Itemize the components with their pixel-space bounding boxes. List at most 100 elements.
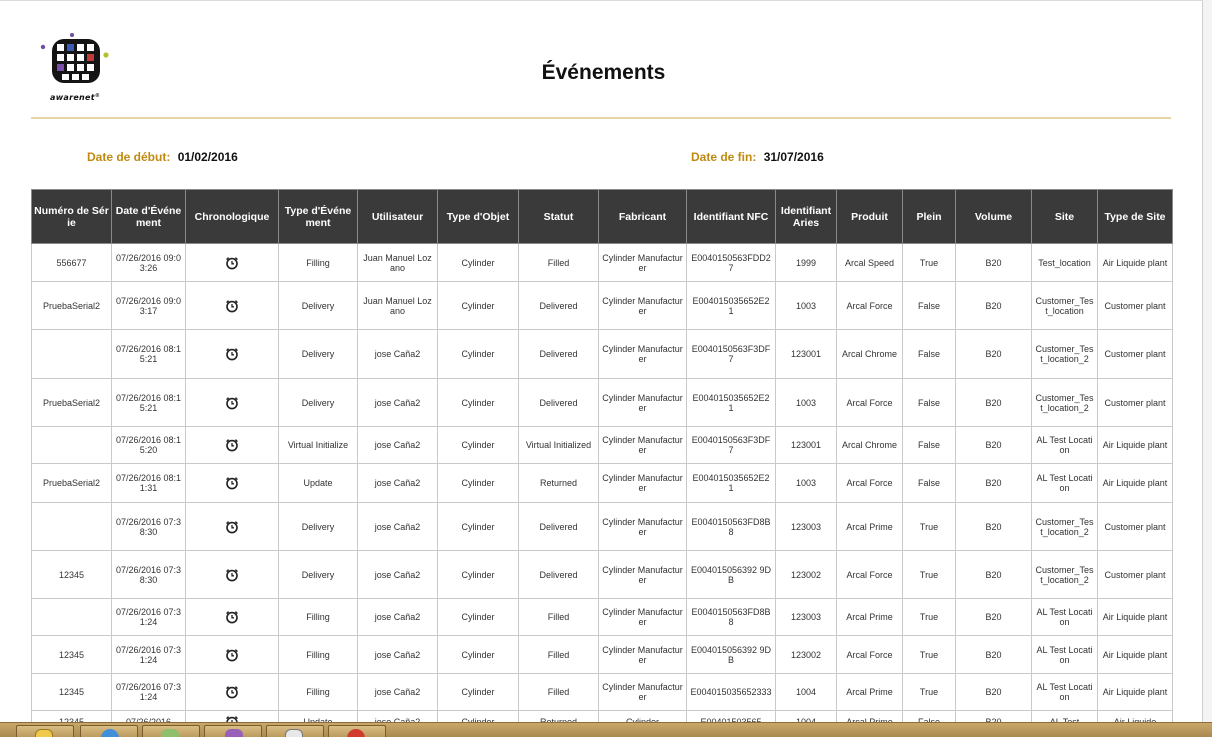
serial-cell: PruebaSerial2 — [31, 378, 112, 427]
column-header[interactable]: Identifiant Aries — [775, 189, 837, 244]
chronology-cell[interactable] — [185, 635, 279, 674]
taskbar-button-app[interactable] — [142, 725, 200, 737]
manufacturer-cell: Cylinder Manufacturer — [598, 243, 687, 282]
manufacturer-cell: Cylinder Manufacturer — [598, 378, 687, 427]
serial-cell: 12345 — [31, 635, 112, 674]
site-type-cell: Customer plant — [1097, 329, 1173, 379]
window-icon — [285, 729, 303, 737]
chronology-cell[interactable] — [185, 502, 279, 551]
column-header[interactable]: Numéro de Série — [31, 189, 112, 244]
event-type-cell: Delivery — [278, 281, 358, 330]
object-type-cell: Cylinder — [437, 378, 519, 427]
aries-id-cell: 123001 — [775, 329, 837, 379]
status-cell: Delivered — [518, 550, 599, 599]
column-header[interactable]: Fabricant — [598, 189, 687, 244]
event-type-cell: Update — [278, 710, 358, 722]
event-type-cell: Filling — [278, 635, 358, 674]
aries-id-cell: 123002 — [775, 635, 837, 674]
table-row[interactable]: 556677 07/26/2016 09:03:26 Filling Juan Man… — [31, 243, 1173, 282]
nfc-id-cell: E004015035652E21 — [686, 281, 776, 330]
event-type-cell: Filling — [278, 243, 358, 282]
event-date-cell: 07/26/2016 07:38:30 — [111, 502, 186, 551]
scrollbar-track[interactable] — [1203, 0, 1212, 722]
taskbar — [0, 722, 1212, 737]
table-row[interactable]: PruebaSerial2 07/26/2016 09:03:17 Delivery… — [31, 281, 1173, 330]
product-cell: Arcal Force — [836, 281, 903, 330]
volume-cell: B20 — [955, 463, 1032, 503]
taskbar-button-folder[interactable] — [16, 725, 74, 737]
volume-cell: B20 — [955, 635, 1032, 674]
end-date-label: Date de fin: — [691, 150, 757, 164]
table-row[interactable]: 12345 07/26/2016 07:31:24 Filling jose Caña… — [31, 673, 1173, 711]
chronology-cell[interactable] — [185, 329, 279, 379]
table-row[interactable]: 07/26/2016 07:31:24 Filling jose Caña2 Cyli… — [31, 598, 1173, 636]
taskbar-button-record[interactable] — [328, 725, 386, 737]
object-type-cell: Cylinder — [437, 502, 519, 551]
column-header[interactable]: Identifiant NFC — [686, 189, 776, 244]
site-type-cell: Air Liquide plant — [1097, 673, 1173, 711]
event-type-cell: Update — [278, 463, 358, 503]
product-cell: Arcal Force — [836, 635, 903, 674]
chronology-cell[interactable] — [185, 710, 279, 722]
nfc-id-cell: E0040150563FD8B8 — [686, 598, 776, 636]
event-date-cell: 07/26/2016 07:31:24 — [111, 635, 186, 674]
site-cell: Customer_Test_location_2 — [1031, 502, 1098, 551]
site-cell: Customer_Test_location_2 — [1031, 378, 1098, 427]
chronology-cell[interactable] — [185, 598, 279, 636]
chronology-cell[interactable] — [185, 243, 279, 282]
product-cell: Arcal Prime — [836, 673, 903, 711]
table-row[interactable]: 12345 07/26/2016 Update jose Caña2 Cylinder R… — [31, 710, 1173, 722]
user-cell: jose Caña2 — [357, 710, 438, 722]
aries-id-cell: 123001 — [775, 426, 837, 464]
table-row[interactable]: 07/26/2016 08:15:21 Delivery jose Caña2 Cyl… — [31, 329, 1173, 379]
table-row[interactable]: 12345 07/26/2016 07:38:30 Delivery jose Cañ… — [31, 550, 1173, 599]
serial-cell: 12345 — [31, 673, 112, 711]
object-type-cell: Cylinder — [437, 426, 519, 464]
table-row[interactable]: PruebaSerial2 07/26/2016 08:15:21 Delivery… — [31, 378, 1173, 427]
alarm-clock-icon — [226, 348, 238, 361]
chronology-cell[interactable] — [185, 550, 279, 599]
column-header[interactable]: Site — [1031, 189, 1098, 244]
column-header[interactable]: Statut — [518, 189, 599, 244]
product-cell: Arcal Force — [836, 550, 903, 599]
column-header[interactable]: Date d'Événement — [111, 189, 186, 244]
manufacturer-cell: Cylinder Manufacturer — [598, 329, 687, 379]
serial-cell: 12345 — [31, 550, 112, 599]
user-cell: Juan Manuel Lozano — [357, 281, 438, 330]
chronology-cell[interactable] — [185, 426, 279, 464]
serial-cell: 556677 — [31, 243, 112, 282]
column-header[interactable]: Chronologique — [185, 189, 279, 244]
column-header[interactable]: Type de Site — [1097, 189, 1173, 244]
volume-cell: B20 — [955, 281, 1032, 330]
chronology-cell[interactable] — [185, 378, 279, 427]
table-row[interactable]: 07/26/2016 07:38:30 Delivery jose Caña2 Cyl… — [31, 502, 1173, 551]
volume-cell: B20 — [955, 243, 1032, 282]
taskbar-button-window[interactable] — [266, 725, 324, 737]
table-row[interactable]: 07/26/2016 08:15:20 Virtual Initialize jos… — [31, 426, 1173, 464]
column-header[interactable]: Utilisateur — [357, 189, 438, 244]
column-header[interactable]: Type d'Événement — [278, 189, 358, 244]
column-header[interactable]: Type d'Objet — [437, 189, 519, 244]
chronology-cell[interactable] — [185, 673, 279, 711]
chronology-cell[interactable] — [185, 463, 279, 503]
site-cell: AL Test Location — [1031, 463, 1098, 503]
chronology-cell[interactable] — [185, 281, 279, 330]
status-cell: Delivered — [518, 378, 599, 427]
column-header[interactable]: Produit — [836, 189, 903, 244]
app-icon — [161, 729, 179, 737]
taskbar-button-browser[interactable] — [80, 725, 138, 737]
site-type-cell: Air Liquide plant — [1097, 426, 1173, 464]
column-header[interactable]: Volume — [955, 189, 1032, 244]
serial-cell — [31, 502, 112, 551]
manufacturer-cell: Cylinder Manufacturer — [598, 598, 687, 636]
aries-id-cell: 1004 — [775, 673, 837, 711]
taskbar-button-paint[interactable] — [204, 725, 262, 737]
column-header[interactable]: Plein — [902, 189, 956, 244]
event-type-cell: Filling — [278, 673, 358, 711]
table-row[interactable]: PruebaSerial2 07/26/2016 08:11:31 Update jo… — [31, 463, 1173, 503]
table-row[interactable]: 12345 07/26/2016 07:31:24 Filling jose Caña… — [31, 635, 1173, 674]
status-cell: Filled — [518, 598, 599, 636]
page-title: Événements — [541, 61, 666, 84]
serial-cell — [31, 426, 112, 464]
site-cell: Customer_Test_location — [1031, 281, 1098, 330]
